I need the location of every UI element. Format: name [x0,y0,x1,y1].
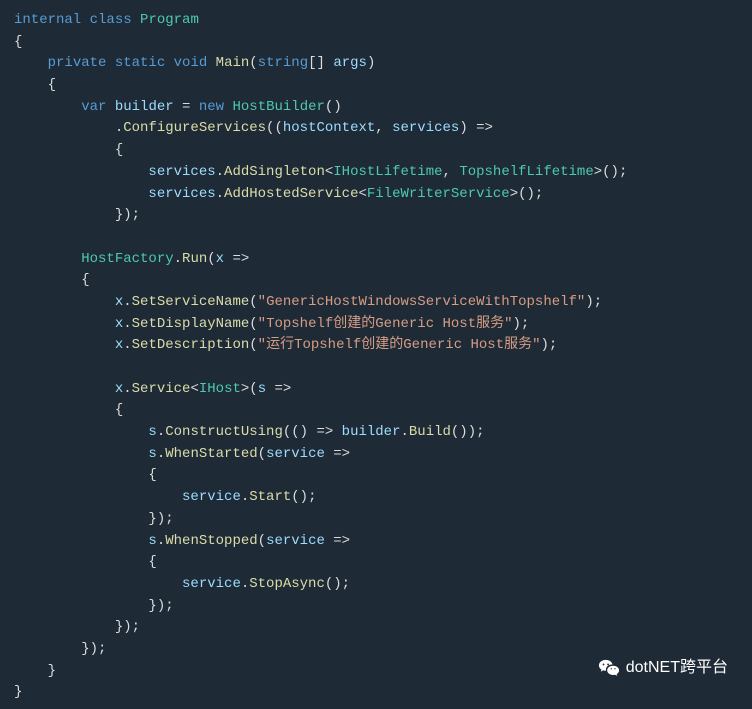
watermark-text: dotNET跨平台 [626,656,728,681]
variable: x [115,316,123,332]
method: SetDisplayName [132,316,250,332]
keyword: new [199,99,224,115]
type: TopshelfLifetime [459,164,593,180]
method: Start [249,489,291,505]
brace: }); [14,509,738,531]
type: HostBuilder [233,99,325,115]
string: "运行Topshelf创建的Generic Host服务" [258,337,541,353]
variable: services [148,164,215,180]
brace: { [14,270,738,292]
method: Run [182,251,207,267]
method: Main [216,55,250,71]
blank-line [14,227,738,249]
watermark: dotNET跨平台 [598,656,728,681]
method: Service [132,381,191,397]
code-line: internal class Program [14,10,738,32]
blank-line [14,357,738,379]
code-line: private static void Main(string[] args) [14,53,738,75]
variable: x [115,381,123,397]
variable: service [182,489,241,505]
method: Build [409,424,451,440]
keyword: private [48,55,107,71]
code-line: service.StopAsync(); [14,574,738,596]
variable: s [148,533,156,549]
brace: { [14,400,738,422]
code-line: s.WhenStopped(service => [14,531,738,553]
method: AddSingleton [224,164,325,180]
code-line: var builder = new HostBuilder() [14,97,738,119]
variable: services [148,186,215,202]
string: "GenericHostWindowsServiceWithTopshelf" [258,294,586,310]
code-line: services.AddSingleton<IHostLifetime, Top… [14,162,738,184]
keyword: static [115,55,165,71]
type: IHost [199,381,241,397]
brace: { [14,552,738,574]
param: hostContext [283,120,375,136]
method: WhenStopped [165,533,257,549]
type: IHostLifetime [333,164,442,180]
brace: }); [14,596,738,618]
variable: service [182,576,241,592]
variable: builder [115,99,174,115]
wechat-icon [598,658,620,680]
method: AddHostedService [224,186,358,202]
class-name: Program [140,12,199,28]
code-line: .ConfigureServices((hostContext, service… [14,118,738,140]
method: WhenStarted [165,446,257,462]
param: service [266,533,325,549]
brace: } [14,682,738,704]
method: SetServiceName [132,294,250,310]
brace: { [14,140,738,162]
variable: s [148,424,156,440]
variable: x [115,294,123,310]
method: StopAsync [249,576,325,592]
keyword-internal: internal [14,12,81,28]
brace: { [14,32,738,54]
variable: s [148,446,156,462]
method: SetDescription [132,337,250,353]
param: services [392,120,459,136]
keyword: var [81,99,106,115]
keyword-class: class [90,12,132,28]
code-line: x.SetDisplayName("Topshelf创建的Generic Hos… [14,314,738,336]
variable: x [115,337,123,353]
string: "Topshelf创建的Generic Host服务" [258,316,513,332]
type: HostFactory [81,251,173,267]
brackets: [] [308,55,325,71]
brace: }); [14,205,738,227]
code-line: s.WhenStarted(service => [14,444,738,466]
code-line: x.SetServiceName("GenericHostWindowsServ… [14,292,738,314]
operator: = [174,99,199,115]
method: ConstructUsing [165,424,283,440]
method: ConfigureServices [123,120,266,136]
code-line: s.ConstructUsing(() => builder.Build()); [14,422,738,444]
type: string [258,55,308,71]
param: args [333,55,367,71]
keyword: void [174,55,208,71]
code-line: x.SetDescription("运行Topshelf创建的Generic H… [14,335,738,357]
param: s [258,381,266,397]
brace: }); [14,617,738,639]
brace: { [14,465,738,487]
param: x [216,251,224,267]
brace: { [14,75,738,97]
code-line: HostFactory.Run(x => [14,249,738,271]
variable: builder [342,424,401,440]
type: FileWriterService [367,186,510,202]
code-line: service.Start(); [14,487,738,509]
code-block: internal class Program { private static … [14,10,738,704]
code-line: services.AddHostedService<FileWriterServ… [14,184,738,206]
code-line: x.Service<IHost>(s => [14,379,738,401]
param: service [266,446,325,462]
